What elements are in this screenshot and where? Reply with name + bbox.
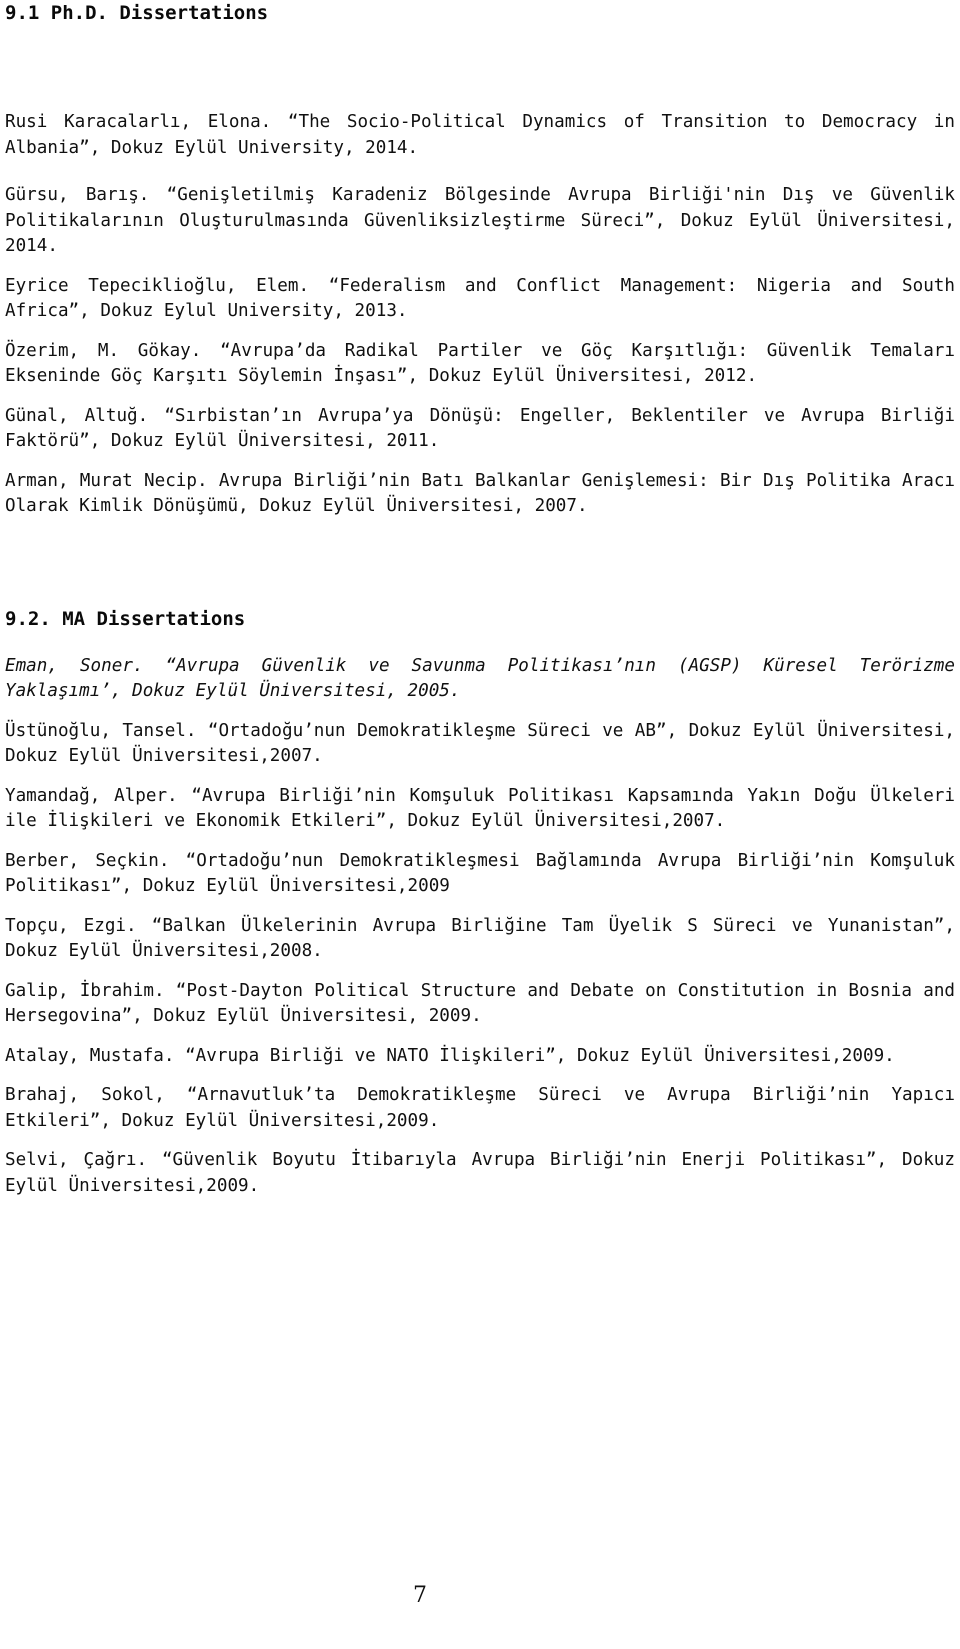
bibliography-entry: Atalay, Mustafa. “Avrupa Birliği ve NATO… xyxy=(5,1045,895,1066)
bibliography-entry: Eyrice Tepeciklioğlu, Elem. “Federalism … xyxy=(5,275,955,322)
bibliography-entry: Yamandağ, Alper. “Avrupa Birliği’nin Kom… xyxy=(5,785,955,832)
page-content: 9.1 Ph.D. Dissertations Rusi Karacalarlı… xyxy=(5,0,955,1199)
section-heading-ma: 9.2. MA Dissertations xyxy=(5,607,246,630)
bibliography-entry: Üstünoğlu, Tansel. “Ortadoğu’nun Demokra… xyxy=(5,720,955,767)
bibliography-entry: Topçu, Ezgi. “Balkan Ülkelerinin Avrupa … xyxy=(5,915,955,962)
bibliography-entry: Eman, Soner. “Avrupa Güvenlik ve Savunma… xyxy=(5,655,955,702)
bibliography-entry: Günal, Altuğ. “Sırbistan’ın Avrupa’ya Dö… xyxy=(5,405,955,452)
bibliography-entry: Galip, İbrahim. “Post-Dayton Political S… xyxy=(5,980,955,1027)
section-heading-phd: 9.1 Ph.D. Dissertations xyxy=(5,2,269,24)
bibliography-entry: Arman, Murat Necip. Avrupa Birliği’nin B… xyxy=(5,470,955,517)
bibliography-entry: Berber, Seçkin. “Ortadoğu’nun Demokratik… xyxy=(5,850,955,897)
bibliography-entry: Rusi Karacalarlı, Elona. “The Socio-Poli… xyxy=(5,112,955,158)
page-number: 7 xyxy=(413,1583,427,1608)
bibliography-entry: Özerim, M. Gökay. “Avrupa’da Radikal Par… xyxy=(5,340,955,387)
bibliography-entry: Gürsu, Barış. “Genişletilmiş Karadeniz B… xyxy=(5,185,955,256)
bibliography-entry: Brahaj, Sokol, “Arnavutluk’ta Demokratik… xyxy=(5,1085,955,1131)
bibliography-entry: Selvi, Çağrı. “Güvenlik Boyutu İtibarıyl… xyxy=(5,1150,955,1196)
document-page: 9.1 Ph.D. Dissertations Rusi Karacalarlı… xyxy=(0,0,960,1649)
